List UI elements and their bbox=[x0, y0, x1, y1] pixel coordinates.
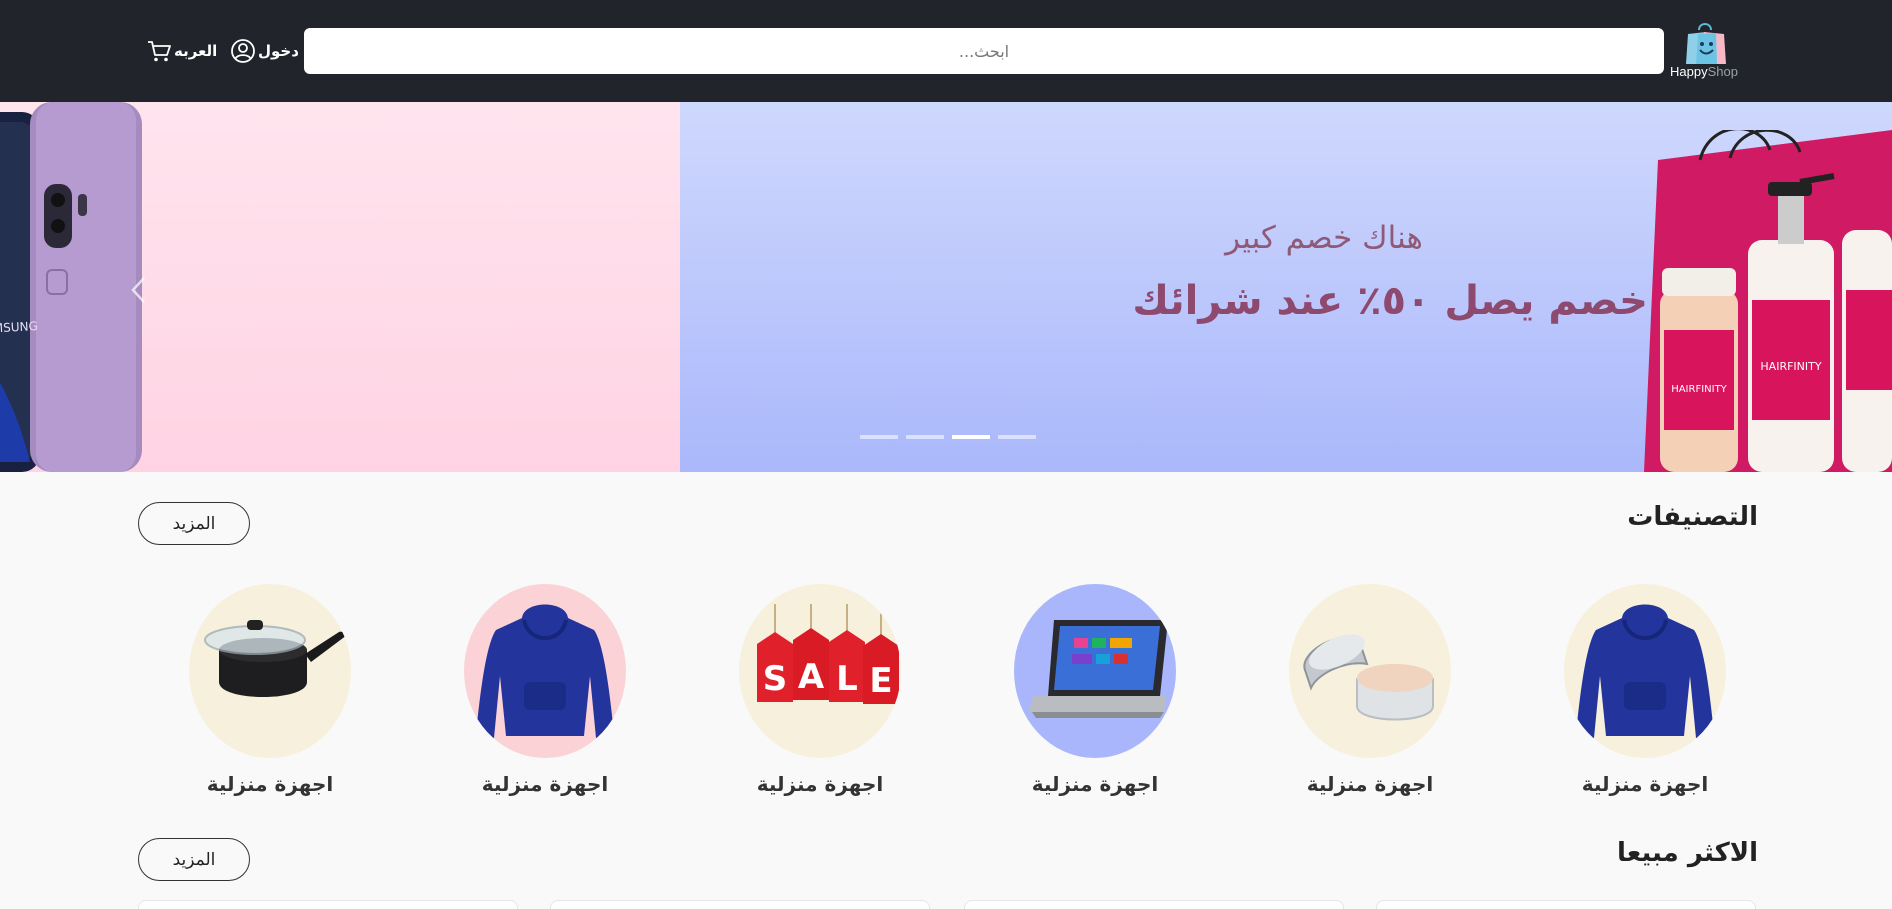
category-item[interactable]: اجهزة منزلية bbox=[1530, 584, 1760, 804]
cart-icon bbox=[148, 41, 171, 62]
login-button[interactable]: دخول bbox=[230, 38, 299, 64]
carousel-indicators bbox=[860, 435, 1036, 439]
category-label: اجهزة منزلية bbox=[1581, 772, 1709, 796]
hair-products-image: HAIRFINITY HAIRFINITY bbox=[1644, 130, 1892, 472]
category-image bbox=[1014, 584, 1176, 758]
hero-carousel[interactable]: SAMSUNG هناك خصم كبير خصم يصل ٥٠٪ عند شر… bbox=[0, 102, 1892, 472]
category-item[interactable]: اجهزة منزلية bbox=[980, 584, 1210, 804]
login-label: دخول bbox=[258, 42, 299, 60]
category-image bbox=[189, 584, 351, 758]
product-card[interactable] bbox=[550, 900, 930, 909]
search-input[interactable] bbox=[304, 28, 1664, 74]
product-card[interactable] bbox=[1376, 900, 1756, 909]
category-image bbox=[1564, 584, 1726, 758]
categories-more-button[interactable]: المزيد bbox=[138, 502, 250, 545]
carousel-prev-icon[interactable] bbox=[128, 274, 150, 306]
category-label: اجهزة منزلية bbox=[206, 772, 334, 796]
slide-phones: SAMSUNG bbox=[0, 102, 680, 472]
category-label: اجهزة منزلية bbox=[756, 772, 884, 796]
carousel-dot-3[interactable] bbox=[952, 435, 990, 439]
category-image bbox=[464, 584, 626, 758]
category-item[interactable]: اجهزة منزلية bbox=[430, 584, 660, 804]
svg-text:E: E bbox=[869, 661, 892, 701]
product-card[interactable] bbox=[138, 900, 518, 909]
cooking-pot-image bbox=[204, 620, 345, 697]
category-image bbox=[1289, 584, 1451, 758]
carousel-dot-4[interactable] bbox=[998, 435, 1036, 439]
cream-jar-image bbox=[1303, 634, 1434, 721]
hero-subtitle: هناك خصم كبير bbox=[1225, 220, 1423, 256]
hoodie-image bbox=[476, 604, 614, 738]
category-label: اجهزة منزلية bbox=[1306, 772, 1434, 796]
category-label: اجهزة منزلية bbox=[1031, 772, 1159, 796]
svg-text:HAIRFINITY: HAIRFINITY bbox=[1760, 360, 1821, 373]
laptop-image bbox=[1028, 620, 1168, 718]
category-item[interactable]: اجهزة منزلية bbox=[155, 584, 385, 804]
logo-text: HappyShop bbox=[1670, 64, 1738, 79]
category-item[interactable]: S A L E اجهزة منزلية bbox=[705, 584, 935, 804]
hero-headline: خصم يصل ٥٠٪ عند شرائك bbox=[1132, 278, 1648, 324]
carousel-dot-2[interactable] bbox=[906, 435, 944, 439]
user-circle-icon bbox=[231, 39, 255, 63]
svg-text:HAIRFINITY: HAIRFINITY bbox=[1671, 384, 1727, 395]
top-navbar: HappyShop دخول العربه bbox=[0, 0, 1892, 102]
category-image: S A L E bbox=[739, 584, 901, 758]
best-sellers-list bbox=[0, 900, 1892, 909]
categories-title: التصنيفات bbox=[1627, 502, 1758, 532]
cart-button[interactable]: العربه bbox=[146, 38, 217, 64]
best-sellers-more-button[interactable]: المزيد bbox=[138, 838, 250, 881]
svg-text:S: S bbox=[763, 659, 788, 699]
category-item[interactable]: اجهزة منزلية bbox=[1255, 584, 1485, 804]
hoodie-image bbox=[1576, 604, 1714, 738]
category-label: اجهزة منزلية bbox=[481, 772, 609, 796]
shopping-bag-icon bbox=[1686, 23, 1726, 64]
svg-text:L: L bbox=[836, 659, 858, 699]
categories-list: اجهزة منزلية اجهزة منزلية اجهزة منزلية S… bbox=[160, 584, 1760, 804]
cart-label: العربه bbox=[174, 42, 218, 60]
best-sellers-title: الاكثر مبيعا bbox=[1617, 838, 1758, 868]
product-card[interactable] bbox=[964, 900, 1344, 909]
happy-shop-logo[interactable]: HappyShop bbox=[1670, 20, 1738, 82]
sale-tags-image: S A L E bbox=[757, 604, 899, 704]
carousel-dot-1[interactable] bbox=[860, 435, 898, 439]
svg-text:A: A bbox=[798, 657, 825, 697]
